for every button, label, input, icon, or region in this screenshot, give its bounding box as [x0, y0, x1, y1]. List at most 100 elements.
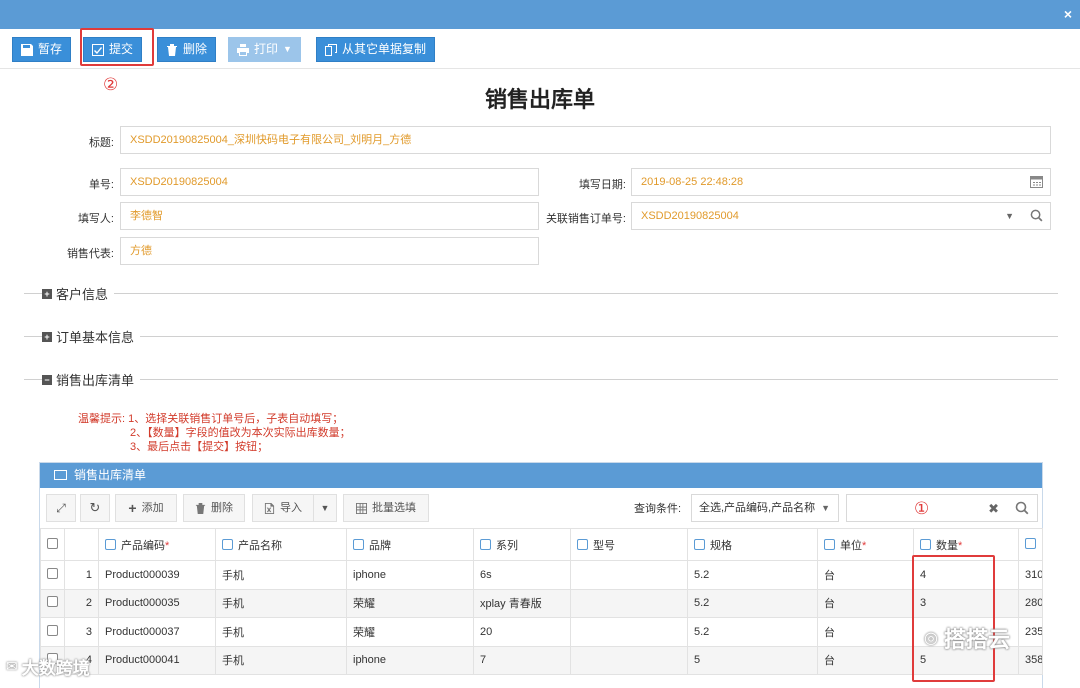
- section-order-info-label: 订单基本信息: [56, 330, 135, 345]
- cell-spec[interactable]: 5.2: [687, 617, 818, 647]
- row-select-cell[interactable]: [40, 560, 65, 590]
- cell-model[interactable]: [570, 645, 688, 675]
- cell-code[interactable]: Product000039: [98, 560, 216, 590]
- col-header-extra[interactable]: [1018, 528, 1043, 561]
- col-header-series-label: 系列: [496, 539, 518, 552]
- close-icon[interactable]: ×: [1064, 6, 1072, 22]
- cell-series[interactable]: 6s: [473, 560, 571, 590]
- select-all-cell[interactable]: [40, 528, 65, 561]
- cell-extra[interactable]: 310: [1018, 560, 1043, 590]
- cell-name[interactable]: 手机: [215, 588, 347, 618]
- table-row[interactable]: 4 Product000041 手机 iphone 7 5 台 5 358: [40, 645, 1043, 675]
- row-select-cell[interactable]: [40, 588, 65, 618]
- cell-brand[interactable]: iphone: [346, 560, 474, 590]
- cell-brand[interactable]: iphone: [346, 645, 474, 675]
- cell-name[interactable]: 手机: [215, 560, 347, 590]
- sales-rep-field[interactable]: 方德: [120, 237, 539, 265]
- row-checkbox[interactable]: [47, 567, 58, 579]
- col-header-model[interactable]: 型号: [570, 528, 688, 561]
- edit-icon: [694, 538, 705, 550]
- col-header-series[interactable]: 系列: [473, 528, 571, 561]
- tip-line-2: 2、【数量】字段的值改为本次实际出库数量；: [130, 427, 351, 439]
- cell-unit[interactable]: 台: [817, 560, 914, 590]
- table-row[interactable]: 1 Product000039 手机 iphone 6s 5.2 台 4 310: [40, 560, 1043, 590]
- fill-date-value: 2019-08-25 22:48:28: [641, 176, 744, 188]
- delete-button[interactable]: 删除: [157, 37, 217, 62]
- table-row[interactable]: 2 Product000035 手机 荣耀 xplay 青春版 5.2 台 3 …: [40, 588, 1043, 618]
- section-order-info[interactable]: + 订单基本信息: [42, 327, 141, 346]
- search-icon[interactable]: [1015, 501, 1029, 515]
- expand-icon[interactable]: +: [42, 331, 52, 342]
- cell-brand[interactable]: 荣耀: [346, 588, 474, 618]
- cell-extra[interactable]: 235: [1018, 617, 1043, 647]
- cell-series[interactable]: 7: [473, 645, 571, 675]
- watermark-left-text: 大数跨境: [21, 659, 90, 678]
- cell-code[interactable]: Product000037: [98, 617, 216, 647]
- cell-brand[interactable]: 荣耀: [346, 617, 474, 647]
- add-row-button[interactable]: + 添加: [115, 494, 177, 522]
- clear-icon[interactable]: ✖: [988, 501, 999, 517]
- cell-code[interactable]: Product000035: [98, 588, 216, 618]
- cell-extra[interactable]: 358: [1018, 645, 1043, 675]
- cell-name[interactable]: 手机: [215, 617, 347, 647]
- section-customer-info[interactable]: + 客户信息: [42, 284, 115, 303]
- col-header-brand[interactable]: 品牌: [346, 528, 474, 561]
- cell-model[interactable]: [570, 617, 688, 647]
- plus-icon: +: [128, 500, 137, 516]
- copy-from-other-button[interactable]: 从其它单据复制: [316, 37, 436, 62]
- calendar-icon[interactable]: [1030, 175, 1043, 188]
- cell-name[interactable]: 手机: [215, 645, 347, 675]
- customer-info-divider: [24, 293, 1058, 294]
- import-dropdown-button[interactable]: ▼: [313, 494, 337, 522]
- cell-spec[interactable]: 5: [687, 645, 818, 675]
- cell-series[interactable]: xplay 青春版: [473, 588, 571, 618]
- cell-unit[interactable]: 台: [817, 588, 914, 618]
- col-header-name[interactable]: 产品名称: [215, 528, 347, 561]
- floppy-icon: [21, 43, 33, 56]
- cell-unit[interactable]: 台: [817, 617, 914, 647]
- chat-bubble-icon: ✉: [6, 658, 18, 674]
- cell-unit[interactable]: 台: [817, 645, 914, 675]
- table-row[interactable]: 3 Product000037 手机 荣耀 20 5.2 台 235: [40, 617, 1043, 647]
- grid-panel-header: 销售出库清单: [40, 463, 1042, 488]
- related-order-field[interactable]: XSDD20190825004 ▼: [631, 202, 1051, 230]
- outbound-grid-panel: 销售出库清单 ⤢ ↻ + 添加 删除 导入 ▼ 批量选填 查询条件: 全选,产品…: [39, 462, 1043, 688]
- edit-icon: [222, 538, 233, 550]
- order-no-field[interactable]: XSDD20190825004: [120, 168, 539, 196]
- cell-model[interactable]: [570, 588, 688, 618]
- collapse-icon[interactable]: −: [42, 374, 52, 385]
- expand-icon[interactable]: +: [42, 288, 52, 299]
- col-header-spec[interactable]: 规格: [687, 528, 818, 561]
- dropdown-caret-icon[interactable]: ▼: [1005, 203, 1014, 229]
- delete-row-button[interactable]: 删除: [183, 494, 245, 522]
- row-select-cell[interactable]: [40, 617, 65, 647]
- row-checkbox[interactable]: [47, 596, 58, 608]
- subject-field[interactable]: XSDD20190825004_深圳快码电子有限公司_刘明月_方德: [120, 126, 1051, 154]
- cell-spec[interactable]: 5.2: [687, 560, 818, 590]
- batch-select-button[interactable]: 批量选填: [343, 494, 429, 522]
- window-titlebar: ×: [0, 0, 1080, 29]
- save-draft-button[interactable]: 暂存: [12, 37, 72, 62]
- fullscreen-button[interactable]: ⤢: [46, 494, 76, 522]
- filler-field[interactable]: 李德智: [120, 202, 539, 230]
- delete-label: 删除: [183, 42, 208, 56]
- cell-series[interactable]: 20: [473, 617, 571, 647]
- col-header-unit[interactable]: 单位*: [817, 528, 914, 561]
- section-outbound-list[interactable]: − 销售出库清单: [42, 370, 141, 389]
- wechat-icon: ◎: [924, 630, 938, 647]
- cell-extra[interactable]: 280: [1018, 588, 1043, 618]
- grid-search-input[interactable]: ✖: [846, 494, 1038, 522]
- cell-spec[interactable]: 5.2: [687, 588, 818, 618]
- quantity-highlight: [912, 555, 995, 682]
- fill-date-field[interactable]: 2019-08-25 22:48:28: [631, 168, 1051, 196]
- import-button[interactable]: 导入: [252, 494, 314, 522]
- print-button[interactable]: 打印 ▼: [228, 37, 301, 62]
- cell-code[interactable]: Product000041: [98, 645, 216, 675]
- search-icon[interactable]: [1030, 209, 1043, 222]
- row-checkbox[interactable]: [47, 624, 58, 636]
- select-all-checkbox[interactable]: [47, 537, 58, 549]
- refresh-button[interactable]: ↻: [80, 494, 110, 522]
- cell-model[interactable]: [570, 560, 688, 590]
- query-condition-select[interactable]: 全选,产品编码,产品名称 ▼: [691, 494, 839, 522]
- col-header-code[interactable]: 产品编码*: [98, 528, 216, 561]
